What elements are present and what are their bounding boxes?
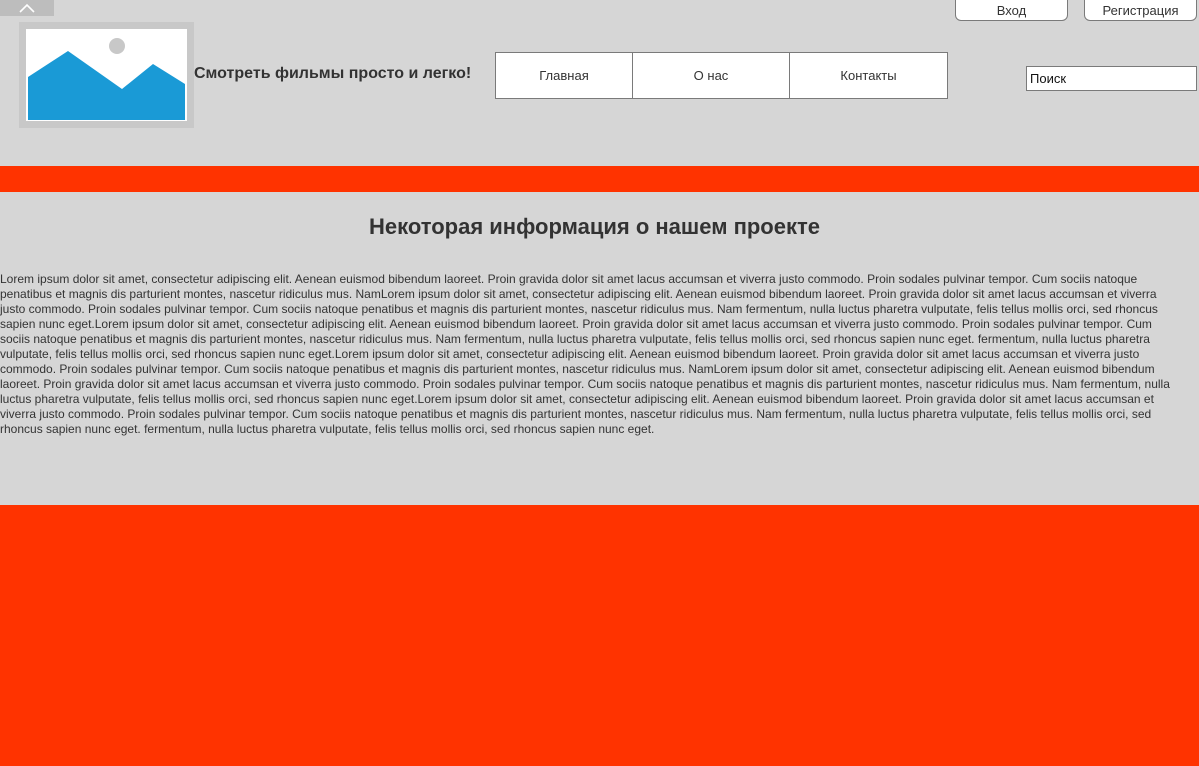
- site-footer: [0, 505, 1199, 766]
- register-button[interactable]: Регистрация: [1084, 0, 1197, 21]
- page-title: Некоторая информация о нашем проекте: [368, 214, 821, 239]
- search-input[interactable]: [1026, 66, 1197, 91]
- site-logo[interactable]: [19, 22, 194, 128]
- chevron-up-icon: [19, 3, 35, 13]
- nav-item-about[interactable]: О нас: [632, 53, 789, 98]
- image-placeholder-icon: [26, 29, 187, 121]
- scroll-top-button[interactable]: [0, 0, 54, 16]
- accent-stripe: [0, 166, 1199, 192]
- logo-frame: [26, 29, 187, 121]
- nav-item-home[interactable]: Главная: [496, 53, 632, 98]
- page: Смотреть фильмы просто и легко! Главная …: [0, 0, 1199, 766]
- login-button[interactable]: Вход: [955, 0, 1068, 21]
- main-content: Некоторая информация о нашем проекте Lor…: [0, 192, 1199, 505]
- nav-item-contacts[interactable]: Контакты: [789, 53, 947, 98]
- site-title: Смотреть фильмы просто и легко!: [194, 65, 472, 82]
- main-nav: Главная О нас Контакты: [495, 52, 948, 99]
- site-header: Смотреть фильмы просто и легко! Главная …: [0, 0, 1199, 166]
- content-paragraph: Lorem ipsum dolor sit amet, consectetur …: [0, 272, 1170, 436]
